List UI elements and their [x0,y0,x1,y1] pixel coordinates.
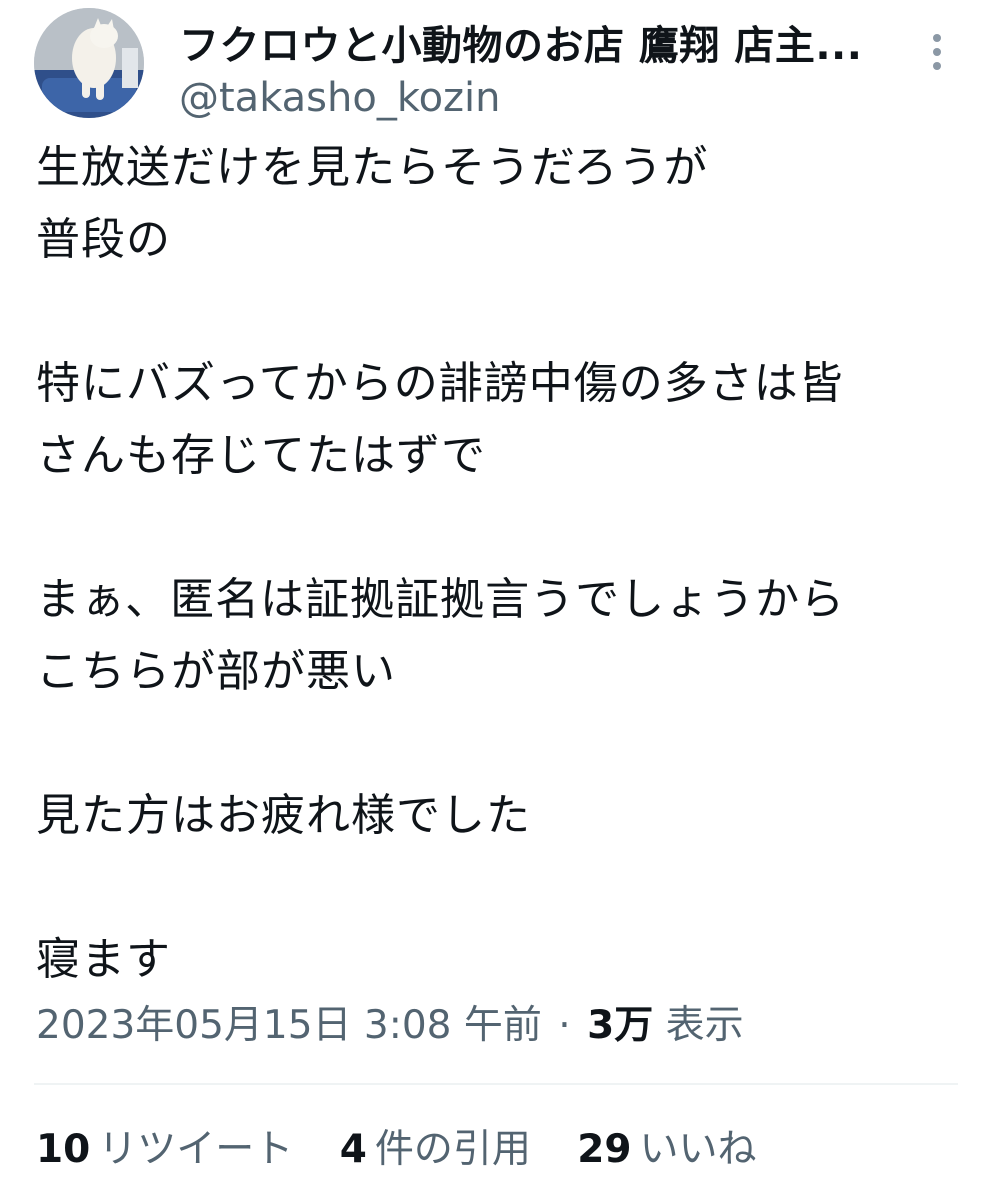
tweet-text: 生放送だけを見たらそうだろうが 普段の特にバズってからの誹謗中傷の多さは皆 さんも存… [36,132,966,996]
quotes-stat[interactable]: 4 件の引用 [340,1120,531,1180]
tweet-timestamp[interactable]: 2023年05月15日 3:08 午前 [36,1003,542,1048]
tweet-stats: 10 リツイート 4 件の引用 29 いいね [36,1120,791,1180]
tweet-text-line: 生放送だけを見たらそうだろうが [36,142,709,193]
quotes-label: 件の引用 [374,1127,531,1172]
divider [34,1083,958,1085]
tweet-text-line: さんも存じてたはずで [36,430,486,481]
tweet-card: フクロウと小動物のお店 鷹翔 店主... @takasho_kozin 生放送だ… [0,0,992,1200]
likes-count: 29 [577,1127,632,1172]
views-label: 表示 [665,1003,744,1048]
retweets-stat[interactable]: 10 リツイート [36,1120,293,1180]
meta-separator: · [558,1003,571,1048]
tweet-text-line: まぁ、匿名は証拠証拠言うでしょうから [36,574,846,625]
tweet-text-line: 普段の [36,214,171,265]
avatar[interactable] [34,8,144,118]
tweet-header: フクロウと小動物のお店 鷹翔 店主... @takasho_kozin [34,8,964,121]
tweet-text-line: 特にバズってからの誹謗中傷の多さは皆 [36,358,844,409]
views-count: 3万 [587,1003,654,1048]
tweet-text-line: 見た方はお疲れ様でした [36,790,531,841]
author-display-name[interactable]: フクロウと小動物のお店 鷹翔 店主... [179,18,919,74]
likes-stat[interactable]: 29 いいね [577,1120,756,1180]
likes-label: いいね [639,1127,757,1172]
more-vertical-icon[interactable] [922,30,952,80]
retweets-label: リツイート [98,1127,294,1172]
tweet-text-line: こちらが部が悪い [36,646,396,697]
retweets-count: 10 [36,1127,91,1172]
cat-avatar-icon [34,8,144,118]
tweet-text-line: 寝ます [36,934,171,985]
tweet-meta: 2023年05月15日 3:08 午前 · 3万 表示 [36,996,744,1056]
author-handle[interactable]: @takasho_kozin [179,72,501,124]
quotes-count: 4 [339,1127,367,1172]
